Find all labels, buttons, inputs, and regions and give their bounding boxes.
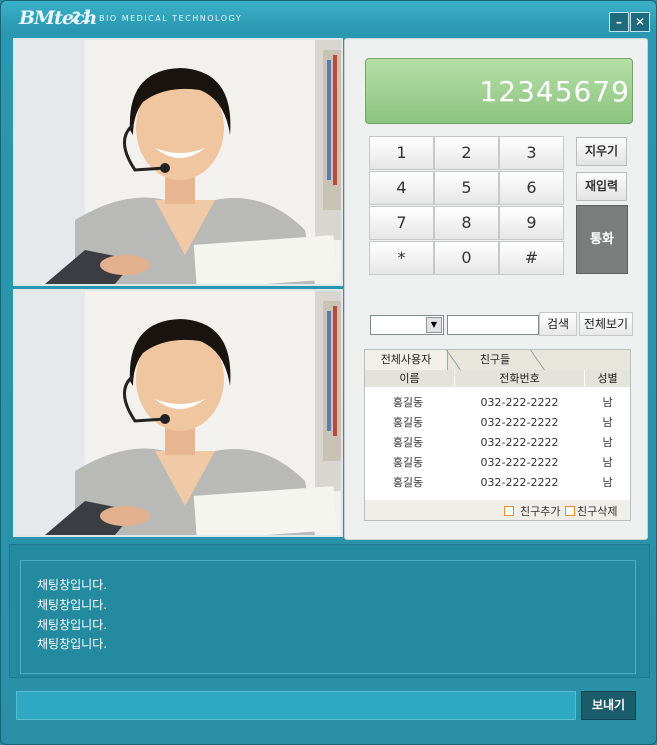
friend-tabs: 전체사용자 친구들	[365, 350, 630, 370]
friend-gender: 남	[602, 436, 613, 449]
chat-log[interactable]: 채팅창입니다. 채팅창입니다. 채팅창입니다. 채팅창입니다.	[20, 560, 636, 674]
friend-phone: 032-222-2222	[480, 396, 559, 409]
list-item[interactable]: 홍길동 032-222-2222 남	[365, 393, 630, 413]
friend-gender: 남	[602, 416, 613, 429]
close-button[interactable]: ✕	[630, 12, 650, 32]
friend-name: 홍길동	[392, 436, 424, 449]
call-button[interactable]: 통화	[576, 205, 628, 274]
list-item[interactable]: 홍길동 032-222-2222 남	[365, 453, 630, 473]
friend-gender: 남	[602, 456, 613, 469]
list-item[interactable]: 홍길동 032-222-2222 남	[365, 413, 630, 433]
tab-divider	[529, 350, 546, 370]
friend-name: 홍길동	[392, 396, 424, 409]
friend-phone: 032-222-2222	[480, 416, 559, 429]
search-input[interactable]	[447, 315, 539, 335]
friend-phone: 032-222-2222	[480, 436, 559, 449]
column-header-name[interactable]: 이름	[365, 370, 455, 387]
chat-message: 채팅창입니다.	[37, 598, 108, 612]
add-friend-icon[interactable]	[504, 506, 514, 516]
key-5[interactable]: 5	[434, 171, 499, 205]
key-9[interactable]: 9	[499, 206, 564, 240]
friend-phone: 032-222-2222	[480, 476, 559, 489]
send-button[interactable]: 보내기	[581, 691, 636, 720]
local-video	[13, 289, 343, 537]
friend-name: 홍길동	[392, 476, 424, 489]
friend-phone: 032-222-2222	[480, 456, 559, 469]
key-3[interactable]: 3	[499, 136, 564, 170]
key-1[interactable]: 1	[369, 136, 434, 170]
friend-name: 홍길동	[392, 456, 424, 469]
message-input[interactable]	[16, 691, 576, 720]
key-7[interactable]: 7	[369, 206, 434, 240]
key-4[interactable]: 4	[369, 171, 434, 205]
remote-video	[13, 38, 343, 286]
add-friend-button[interactable]: 친구추가	[520, 503, 560, 519]
erase-button[interactable]: 지우기	[576, 137, 627, 166]
app-window: BMtech 21 BIO MEDICAL TECHNOLOGY – ✕ 123…	[0, 0, 657, 745]
friend-actions: 친구추가 친구삭제	[365, 500, 630, 520]
app-logo-number: 21	[71, 10, 93, 26]
key-2[interactable]: 2	[434, 136, 499, 170]
search-button[interactable]: 검색	[539, 312, 577, 336]
key-star[interactable]: *	[369, 241, 434, 275]
key-0[interactable]: 0	[434, 241, 499, 275]
friend-name: 홍길동	[392, 416, 424, 429]
chat-message: 채팅창입니다.	[37, 618, 108, 632]
list-item[interactable]: 홍길동 032-222-2222 남	[365, 433, 630, 453]
minimize-button[interactable]: –	[609, 12, 629, 32]
delete-friend-button[interactable]: 친구삭제	[577, 503, 617, 519]
column-header-phone[interactable]: 전화번호	[455, 370, 585, 387]
column-header-gender[interactable]: 성별	[585, 370, 630, 387]
key-hash[interactable]: #	[499, 241, 564, 275]
chat-message: 채팅창입니다.	[37, 578, 108, 592]
app-subtitle: BIO MEDICAL TECHNOLOGY	[99, 14, 243, 23]
list-item[interactable]: 홍길동 032-222-2222 남	[365, 473, 630, 493]
search-type-select[interactable]: ▼	[370, 315, 444, 335]
tab-divider	[445, 350, 462, 370]
key-8[interactable]: 8	[434, 206, 499, 240]
chat-message: 채팅창입니다.	[37, 637, 108, 651]
friend-list: 전체사용자 친구들 이름 전화번호 성별 홍길동 032-222-2222 남 …	[364, 349, 631, 521]
view-all-button[interactable]: 전체보기	[579, 312, 633, 336]
friend-gender: 남	[602, 396, 613, 409]
person-video-image	[15, 291, 341, 535]
reenter-button[interactable]: 재입력	[576, 172, 627, 201]
person-video-image	[15, 40, 341, 284]
dialer-panel: 12345679 1 2 3 4 5 6 7 8 9 * 0 # 지우기 재입력…	[344, 38, 648, 540]
title-bar[interactable]: BMtech 21 BIO MEDICAL TECHNOLOGY – ✕	[1, 1, 656, 35]
chat-window: 채팅창입니다. 채팅창입니다. 채팅창입니다. 채팅창입니다.	[9, 544, 650, 678]
tab-friends[interactable]: 친구들	[460, 350, 530, 370]
tab-all-users[interactable]: 전체사용자	[365, 350, 448, 370]
key-6[interactable]: 6	[499, 171, 564, 205]
delete-friend-icon[interactable]	[565, 506, 575, 516]
number-display: 12345679	[365, 58, 633, 124]
friend-gender: 남	[602, 476, 613, 489]
chevron-down-icon[interactable]: ▼	[426, 317, 442, 333]
